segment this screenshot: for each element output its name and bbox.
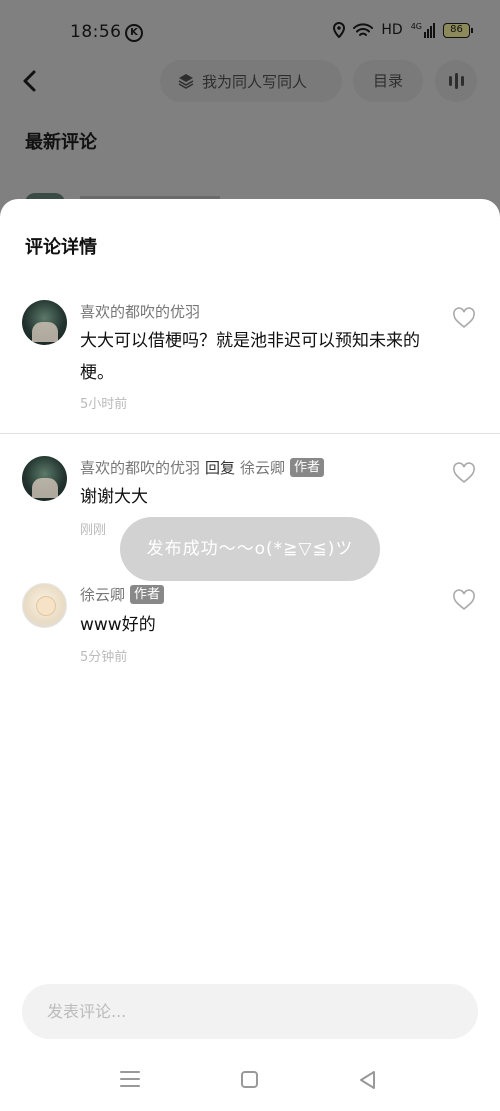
comment-input[interactable]: 发表评论...	[22, 984, 478, 1039]
reply-username[interactable]: 徐云卿	[80, 584, 125, 605]
reply-word: 回复	[205, 459, 236, 477]
reply-user-line: 喜欢的都吹的优羽 回复 徐云卿 作者	[80, 457, 325, 478]
reader-top-bar: 我为同人写同人 目录	[0, 58, 500, 104]
author-badge: 作者	[130, 585, 165, 604]
author-badge: 作者	[290, 458, 325, 477]
home-icon[interactable]	[241, 1071, 258, 1088]
status-right-icons: HD 4G 86	[333, 21, 473, 38]
battery-icon: 86	[443, 22, 473, 38]
back-arrow-icon[interactable]	[18, 66, 42, 96]
signal-label: 4G	[410, 21, 422, 31]
toc-button[interactable]: 目录	[353, 60, 423, 102]
avatar[interactable]	[22, 583, 67, 628]
network-type: HD	[381, 22, 403, 38]
menu-icon[interactable]	[120, 1071, 140, 1087]
status-bar: 18:56 K HD 4G 86	[0, 0, 500, 66]
reply-time: 刚刚	[80, 523, 107, 538]
latest-comments-title: 最新评论	[25, 132, 97, 153]
wifi-icon	[353, 22, 374, 36]
status-time: 18:56	[70, 22, 122, 42]
back-triangle-icon[interactable]	[358, 1070, 378, 1090]
sheet-title: 评论详情	[25, 237, 97, 258]
avatar[interactable]	[22, 300, 67, 345]
comment-username[interactable]: 喜欢的都吹的优羽	[80, 301, 200, 322]
k-app-icon: K	[125, 24, 143, 42]
reply-to-username[interactable]: 徐云卿	[240, 457, 285, 478]
layers-icon	[178, 74, 194, 89]
reply-text: 谢谢大大	[80, 487, 148, 507]
comment-time: 5小时前	[80, 397, 128, 412]
comment-user-line: 喜欢的都吹的优羽	[80, 301, 200, 322]
heart-icon[interactable]	[452, 589, 476, 611]
reply-time: 5分钟前	[80, 650, 128, 665]
comment-text: 大大可以借梗吗？就是池非迟可以预知未来的梗。	[80, 331, 420, 383]
comment-detail-sheet: 评论详情 喜欢的都吹的优羽 大大可以借梗吗？就是池非迟可以预知未来的梗。 5小时…	[0, 199, 500, 1111]
audio-bars-icon[interactable]	[435, 60, 477, 102]
divider	[0, 433, 500, 434]
location-icon	[333, 22, 346, 38]
success-toast: 发布成功～～o(*≧▽≦)ツ	[120, 517, 380, 581]
chapter-button[interactable]: 我为同人写同人	[160, 60, 342, 102]
heart-icon[interactable]	[452, 462, 476, 484]
avatar[interactable]	[22, 456, 67, 501]
reply-username[interactable]: 喜欢的都吹的优羽	[80, 457, 200, 478]
system-nav-bar	[0, 1051, 500, 1111]
signal-icon: 4G	[410, 21, 435, 38]
chapter-title: 我为同人写同人	[202, 72, 308, 91]
heart-icon[interactable]	[452, 307, 476, 329]
reply-user-line: 徐云卿 作者	[80, 584, 165, 605]
reply-text: www好的	[80, 615, 156, 635]
